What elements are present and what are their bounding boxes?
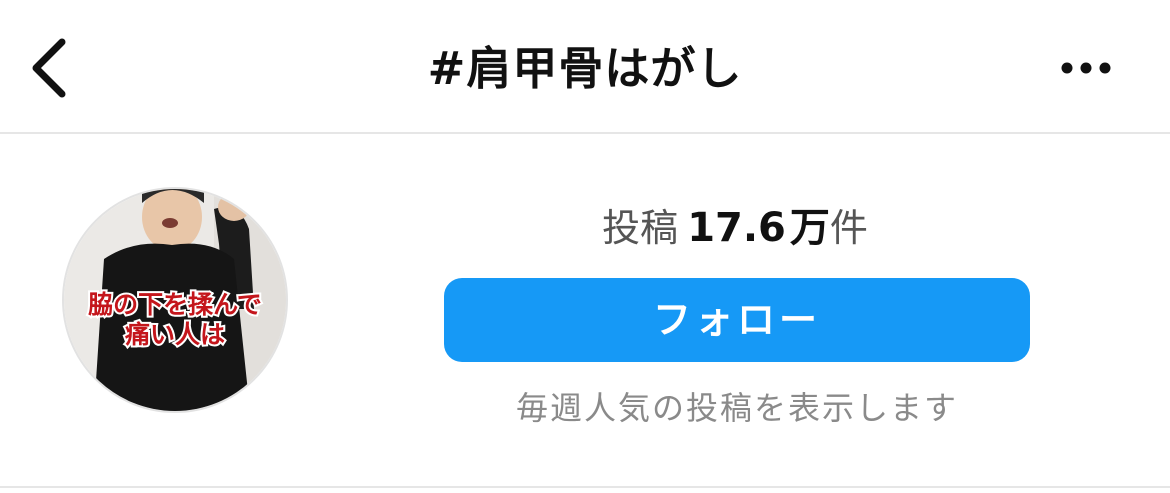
back-button[interactable]: [18, 30, 78, 106]
more-horizontal-icon: [1061, 62, 1111, 74]
page-title: #肩甲骨はがし: [427, 42, 743, 95]
hashtag-avatar[interactable]: 脇の下を揉んで 痛い人は: [62, 187, 288, 413]
follow-button[interactable]: フォロー: [444, 278, 1030, 362]
divider: [0, 486, 1170, 488]
post-count-number: 17.6: [687, 205, 786, 251]
avatar-overlay-text-1: 脇の下を揉んで: [88, 290, 262, 319]
post-count-unit: 件: [829, 206, 868, 250]
chevron-left-icon: [32, 38, 66, 98]
more-options-button[interactable]: [1052, 40, 1120, 96]
navigation-bar: #肩甲骨はがし: [0, 0, 1170, 134]
weekly-popular-caption: 毎週人気の投稿を表示します: [515, 389, 958, 427]
avatar-overlay-text-2: 痛い人は: [125, 320, 225, 349]
post-count: 投稿 17.6 万件: [440, 196, 1030, 260]
post-count-unit-big: 万: [789, 205, 830, 251]
avatar-image: 脇の下を揉んで 痛い人は: [64, 189, 286, 411]
post-count-label: 投稿: [602, 206, 679, 250]
